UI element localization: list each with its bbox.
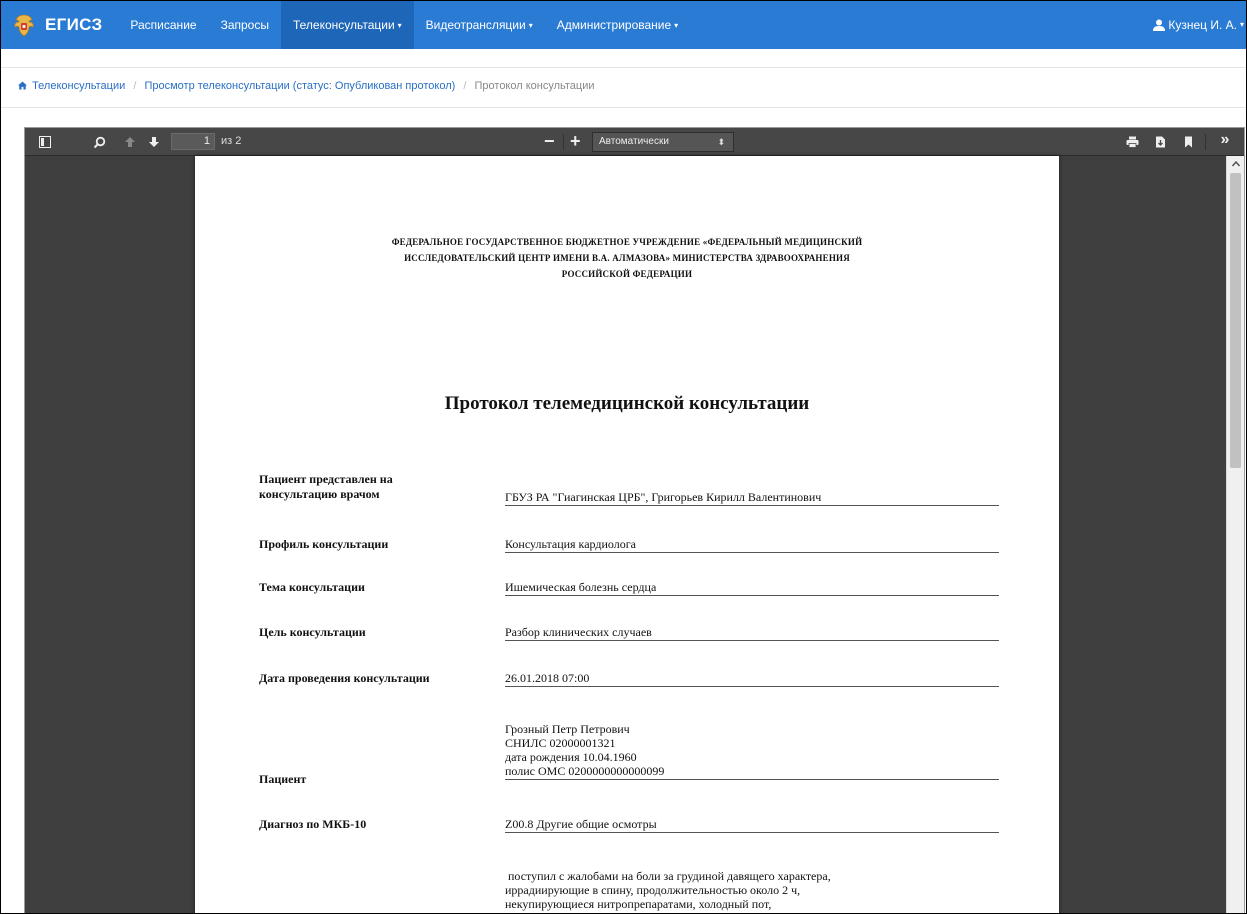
field-label-date: Дата проведения консультации [259, 671, 430, 685]
field-value-date: 26.01.2018 07:00 [505, 671, 999, 687]
zoom-select-value: Автоматически [599, 136, 669, 147]
viewer-scrollbar[interactable] [1226, 156, 1244, 913]
scroll-thumb[interactable] [1230, 173, 1241, 468]
next-page-icon[interactable] [146, 134, 162, 150]
caret-down-icon: ▾ [1239, 20, 1244, 29]
field-label-profile: Профиль консультации [259, 537, 389, 551]
home-icon [18, 81, 27, 90]
download-icon[interactable] [1152, 134, 1168, 150]
coat-of-arms-icon [14, 14, 34, 37]
field-label-referring-doctor: Пациент представлен на консультацию врач… [259, 472, 393, 502]
breadcrumb-current: Протокол консультации [474, 80, 595, 92]
brand-title: ЕГИСЗ [45, 15, 103, 34]
previous-page-icon[interactable] [122, 134, 138, 150]
value-line: иррадиирующие в спину, продолжительность… [505, 883, 801, 897]
document-title: Протокол телемедицинской консультации [444, 393, 810, 414]
value-line: СНИЛС 02000001321 [505, 736, 616, 750]
caret-down-icon: ▾ [397, 21, 402, 30]
caret-down-icon: ▾ [528, 21, 533, 30]
zoom-out-button[interactable]: − [544, 131, 555, 151]
value-line: 26.01.2018 07:00 [505, 671, 590, 685]
zoom-select[interactable]: Автоматически ⬍ [592, 132, 734, 152]
page-number-input[interactable]: 1 [171, 133, 215, 150]
nav-label: Запросы [220, 18, 269, 32]
divider [1, 107, 1246, 108]
viewer-toolbar: 1 из 2 − + Автоматически ⬍ » [25, 128, 1244, 156]
nav-label: Администрирование [556, 18, 672, 32]
caret-down-icon: ▾ [674, 21, 679, 30]
nav-requests[interactable]: Запросы [209, 1, 281, 49]
field-label-topic: Тема консультации [259, 580, 365, 594]
nav-schedule[interactable]: Расписание [118, 1, 208, 49]
pdf-viewer: 1 из 2 − + Автоматически ⬍ » ФЕДЕРАЛЬНОЕ… [24, 127, 1245, 913]
nav-label: Телеконсультации [292, 18, 395, 32]
toolbar-separator [1205, 134, 1206, 150]
field-value-profile: Консультация кардиолога [505, 537, 999, 553]
nav-label: Видеотрансляции [425, 18, 526, 32]
breadcrumb: Телеконсультации / Просмотр телеконсульт… [18, 80, 595, 92]
org-name-line-3: РОССИЙСКОЙ ФЕДЕРАЦИИ [561, 269, 693, 279]
select-arrows-icon: ⬍ [717, 137, 725, 147]
user-icon [1153, 19, 1166, 31]
value-line: поступил с жалобами на боли за грудиной … [505, 869, 831, 883]
field-value-patient: Грозный Петр Петрович СНИЛС 02000001321 … [505, 722, 999, 780]
brand[interactable]: ЕГИСЗ [1, 1, 118, 49]
tools-more-icon[interactable]: » [1217, 131, 1233, 148]
value-line: Z00.8 Другие общие осмотры [505, 817, 657, 831]
label-line: консультацию врачом [259, 487, 380, 501]
toolbar-separator [563, 134, 564, 150]
value-line: ГБУЗ РА "Гиагинская ЦРБ", Григорьев Кири… [505, 490, 822, 504]
value-line: дата рождения 10.04.1960 [505, 750, 637, 764]
breadcrumb-teleconsultations[interactable]: Телеконсультации [32, 80, 125, 92]
top-navbar: ЕГИСЗ Расписание Запросы Телеконсультаци… [1, 1, 1246, 49]
org-name-line-2: ИССЛЕДОВАТЕЛЬСКИЙ ЦЕНТР ИМЕНИ В.А. АЛМАЗ… [404, 253, 850, 263]
value-line: Ишемическая болезнь сердца [505, 580, 657, 594]
field-value-diagnosis: Z00.8 Другие общие осмотры [505, 817, 999, 833]
sidebar-toggle-icon[interactable] [37, 134, 53, 150]
zoom-in-button[interactable]: + [570, 131, 581, 151]
value-line: полис ОМС 0200000000000099 [505, 764, 665, 778]
search-icon[interactable] [91, 134, 107, 150]
label-line: Пациент представлен на [259, 472, 393, 486]
nav-administration[interactable]: Администрирование ▾ [545, 1, 690, 49]
field-value-topic: Ишемическая болезнь сердца [505, 580, 999, 596]
bookmark-icon[interactable] [1180, 134, 1196, 150]
field-value-purpose: Разбор клинических случаев [505, 625, 999, 641]
user-name: Кузнец И. А. [1168, 18, 1237, 32]
field-label-patient: Пациент [259, 772, 307, 786]
org-name-line-1: ФЕДЕРАЛЬНОЕ ГОСУДАРСТВЕННОЕ БЮДЖЕТНОЕ УЧ… [391, 237, 863, 247]
value-line: Разбор клинических случаев [505, 625, 652, 639]
scroll-up-icon[interactable] [1227, 156, 1244, 172]
breadcrumb-separator: / [463, 80, 467, 92]
breadcrumb-view-teleconsultation[interactable]: Просмотр телеконсультации (статус: Опубл… [144, 80, 455, 92]
field-value-anamnesis: поступил с жалобами на боли за грудиной … [505, 869, 999, 912]
breadcrumb-separator: / [133, 80, 137, 92]
field-value-referring-doctor: ГБУЗ РА "Гиагинская ЦРБ", Григорьев Кири… [505, 490, 999, 506]
divider [1, 67, 1246, 68]
page-count: из 2 [221, 135, 242, 147]
field-label-diagnosis: Диагноз по МКБ-10 [259, 817, 367, 831]
value-line: Консультация кардиолога [505, 537, 636, 551]
user-menu[interactable]: Кузнец И. А. ▾ [1153, 1, 1244, 49]
nav-video-broadcasts[interactable]: Видеотрансляции ▾ [414, 1, 545, 49]
nav-label: Расписание [130, 18, 197, 32]
value-line: некупирующиеся нитропрепаратами, холодны… [505, 897, 772, 911]
value-line: Грозный Петр Петрович [505, 722, 630, 736]
field-label-purpose: Цель консультации [259, 625, 366, 639]
document-page: ФЕДЕРАЛЬНОЕ ГОСУДАРСТВЕННОЕ БЮДЖЕТНОЕ УЧ… [195, 156, 1059, 913]
app-window: ЕГИСЗ Расписание Запросы Телеконсультаци… [0, 0, 1247, 914]
nav-teleconsultations[interactable]: Телеконсультации ▾ [280, 1, 414, 49]
print-icon[interactable] [1124, 134, 1140, 150]
